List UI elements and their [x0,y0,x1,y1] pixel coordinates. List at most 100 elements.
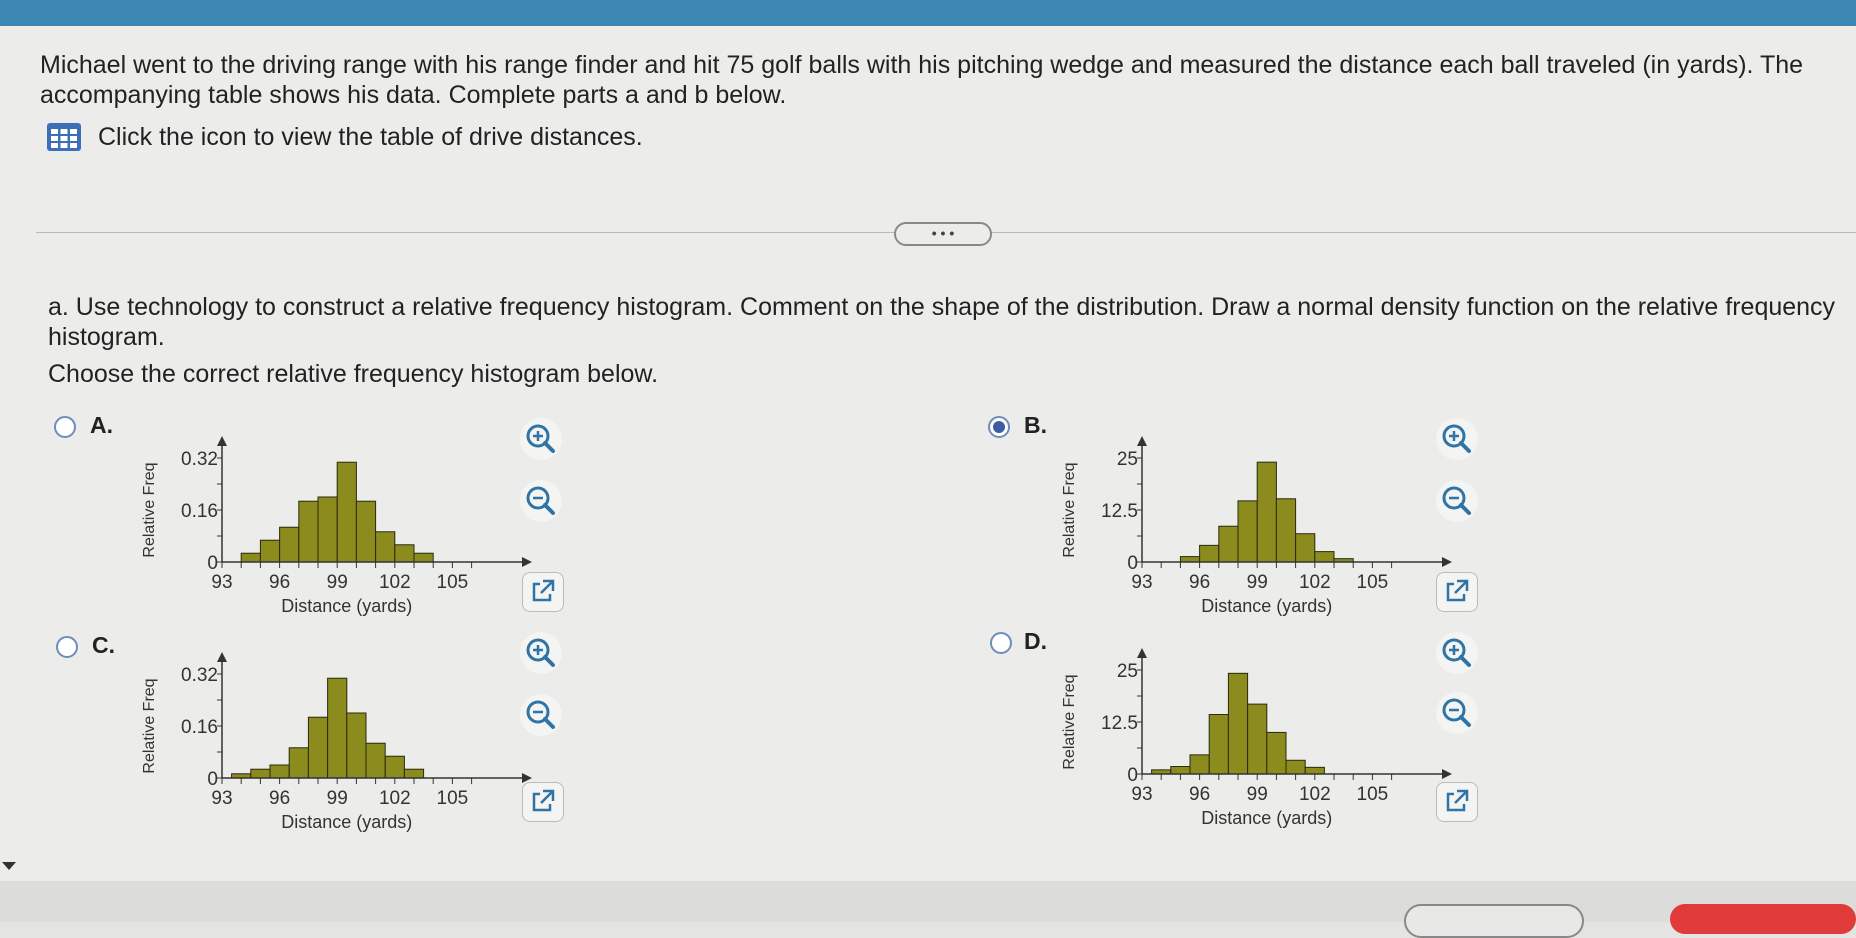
option-d-label: D. [1024,628,1047,654]
histogram-b-x-axis-arrow [1442,557,1452,567]
histogram-b-x-tick-label: 105 [1357,572,1389,593]
histogram-c: 93 96 99 102 105 0 0.16 0.32 Distance (yards) Rel… [141,652,532,832]
zoom-in-button-c[interactable] [520,632,562,674]
histogram-d-x-tick-label: 93 [1131,784,1152,805]
zoom-in-icon [1442,424,1471,453]
table-icon[interactable] [46,122,82,152]
histogram-b-y-axis-arrow [1137,436,1147,446]
option-d-radio[interactable] [990,632,1012,654]
histogram-c-y-tick-label: 0.16 [181,717,218,738]
histogram-b-y-tick-label: 12.5 [1101,501,1138,522]
histogram-a-bar [298,500,319,563]
histogram-b-bar [1275,498,1297,563]
histogram-d-bar [1227,672,1249,775]
zoom-out-button-c[interactable] [520,694,562,736]
option-c-radio[interactable] [56,636,78,658]
histogram-a-bar [413,552,434,563]
histogram-c-y-tick-label: 0 [207,769,218,790]
histogram-d-x-tick-label: 102 [1299,784,1331,805]
histogram-b-y-tick-label: 25 [1117,449,1138,470]
histogram-c-y-axis-arrow [217,652,227,662]
histogram-d-x-label: Distance (yards) [1201,808,1332,828]
histogram-c-bar [403,768,425,779]
histogram-b-y-tick-label: 0 [1127,553,1138,574]
external-link-button-c[interactable] [522,782,564,822]
table-link-label[interactable]: Click the icon to view the table of driv… [98,123,643,152]
histogram-b-x-tick-label: 96 [1189,572,1210,593]
option-b-label: B. [1024,412,1047,438]
option-a-radio[interactable] [54,416,76,438]
histogram-a-y-tick-label: 0.32 [181,449,218,470]
external-link-icon [1446,579,1469,602]
histogram-a-x-tick-label: 96 [269,572,290,593]
zoom-in-button-a[interactable] [520,418,562,460]
histogram-a-x-axis-arrow [522,557,532,567]
histogram-c-x-tick-label: 105 [437,788,469,809]
histogram-a-y-tick-label: 0 [207,553,218,574]
zoom-out-button-a[interactable] [520,480,562,522]
histogram-b-bar [1179,556,1201,563]
zoom-out-button-b[interactable] [1436,480,1478,522]
histogram-a-x-label: Distance (yards) [281,596,412,616]
histogram-c-y-label: Relative Freq [141,678,158,773]
histogram-a-x-tick-label: 105 [437,572,469,593]
histogram-b-y-label: Relative Freq [1061,462,1078,557]
external-link-button-d[interactable] [1436,782,1478,822]
histogram-b-bar [1314,551,1335,563]
zoom-in-icon [526,638,555,667]
external-link-icon [1446,789,1469,812]
histogram-a: 93 96 99 102 105 0 0.16 0.32 Distance (yards) Rel… [141,436,532,616]
zoom-out-icon [1442,698,1471,727]
histogram-d-y-tick-label: 0 [1127,765,1138,786]
external-link-icon [532,789,555,812]
footer-secondary-button[interactable] [1404,904,1584,938]
histogram-a-bar [355,500,377,563]
histogram-d-bar [1285,759,1306,775]
histogram-d-bar [1266,731,1287,775]
scroll-down-arrow-icon[interactable] [2,862,16,870]
histogram-d-y-label: Relative Freq [1061,674,1078,769]
histogram-b-bar [1256,461,1277,563]
histogram-b-x-tick-label: 102 [1299,572,1331,593]
histogram-c-bar [307,716,329,779]
histogram-a-x-tick-label: 93 [211,572,232,593]
histogram-c-x-tick-label: 96 [269,788,290,809]
external-link-button-b[interactable] [1436,572,1478,612]
external-link-button-a[interactable] [522,572,564,612]
zoom-in-icon [1442,638,1471,667]
part-a-text: a. Use technology to construct a relativ… [48,293,1836,351]
histogram-b-bar [1237,500,1258,563]
histogram-c-bar [288,747,309,779]
histogram-b: 93 96 99 102 105 0 12.5 25 Distance (yards) Relat… [1061,436,1452,616]
footer-primary-button[interactable] [1670,904,1856,934]
zoom-in-button-b[interactable] [1436,418,1478,460]
histogram-b-bar [1218,525,1239,563]
external-link-icon [532,579,555,602]
instruction-text: Choose the correct relative frequency hi… [48,360,659,388]
option-b-radio[interactable] [988,416,1010,438]
histogram-b-bar [1295,533,1316,563]
histogram-a-bar [375,531,396,563]
more-button[interactable]: • • • [894,222,992,246]
histogram-d-x-axis-arrow [1442,769,1452,779]
histogram-c-bar [269,764,290,779]
histogram-a-bar [317,496,338,563]
table-link[interactable]: Click the icon to view the table of driv… [46,122,643,152]
histogram-a-x-tick-label: 99 [327,572,348,593]
histogram-c-bar [250,768,271,779]
histogram-c-bar [384,755,405,779]
histogram-d-y-tick-label: 12.5 [1101,713,1138,734]
zoom-in-button-d[interactable] [1436,632,1478,674]
zoom-out-button-d[interactable] [1436,692,1478,734]
histogram-d-bar [1208,714,1229,775]
histogram-b-x-tick-label: 93 [1131,572,1152,593]
histogram-c-bar [327,677,348,779]
histogram-c-bar [346,712,367,779]
option-a-label: A. [90,412,113,438]
histogram-a-bar [240,552,261,563]
histogram-a-bar [279,526,300,563]
histogram-c-x-tick-label: 99 [327,788,348,809]
histogram-b-x-label: Distance (yards) [1201,596,1332,616]
histogram-d-y-tick-label: 25 [1117,661,1138,682]
histogram-a-y-label: Relative Freq [141,462,158,557]
